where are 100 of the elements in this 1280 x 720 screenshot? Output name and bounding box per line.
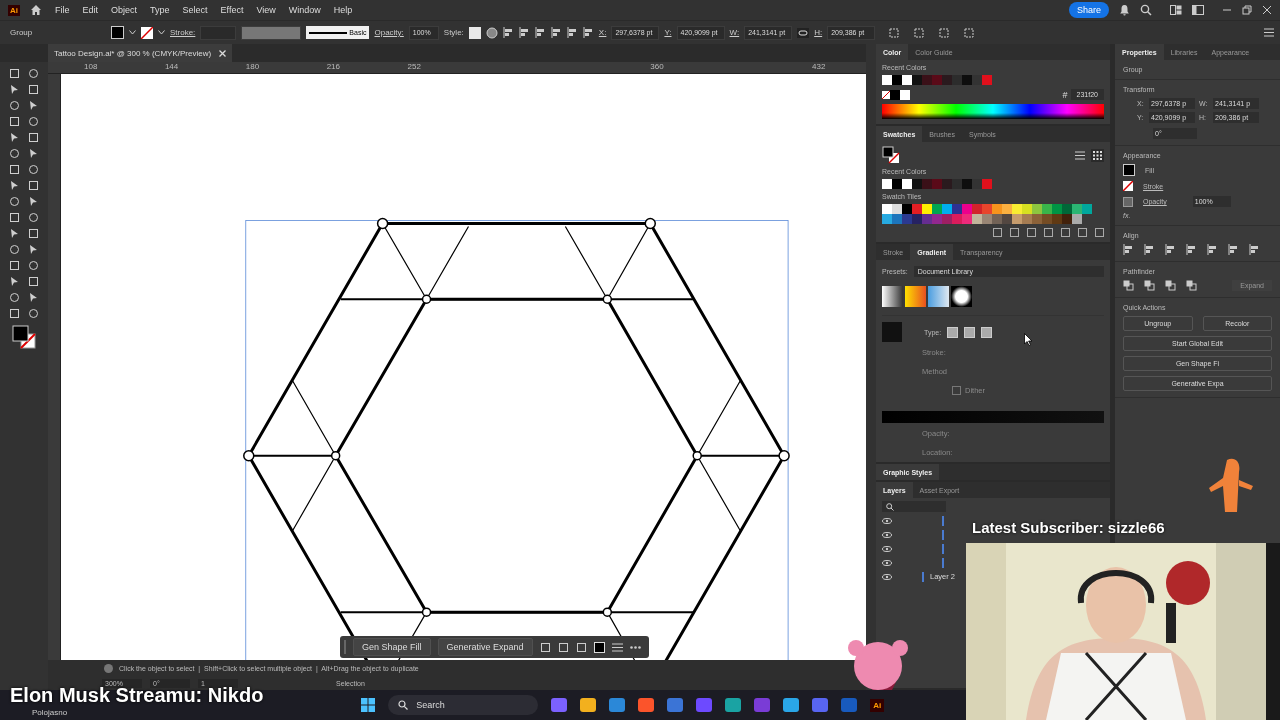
fill-swatch[interactable] [593, 641, 605, 653]
tool-icon[interactable] [28, 244, 39, 255]
generative-button[interactable]: Generative Expand [437, 638, 533, 656]
tool-icon[interactable] [9, 228, 20, 239]
align-icon[interactable] [1123, 244, 1134, 255]
color-swatch[interactable] [992, 214, 1002, 224]
tool-icon[interactable] [28, 84, 39, 95]
search-field[interactable]: Search [388, 695, 539, 715]
color-swatch[interactable] [912, 214, 922, 224]
color-swatch[interactable] [932, 179, 942, 189]
restore-icon[interactable] [1242, 5, 1252, 15]
color-swatch[interactable] [1052, 204, 1062, 214]
tool-icon[interactable] [557, 641, 569, 653]
tool-icon[interactable] [9, 244, 20, 255]
color-swatch[interactable] [922, 75, 932, 85]
tool-icon[interactable] [28, 164, 39, 175]
tool-icon[interactable] [9, 84, 20, 95]
color-swatch[interactable] [922, 179, 932, 189]
align-icon[interactable] [1207, 244, 1218, 255]
generative-button[interactable]: Gen Shape Fill [353, 638, 431, 656]
menu-item[interactable]: Select [182, 5, 208, 15]
no-stroke-swatch-icon[interactable] [1123, 181, 1133, 191]
menu-item[interactable]: Edit [82, 5, 99, 15]
fill-stroke-icon[interactable] [12, 325, 36, 349]
search-field[interactable] [882, 501, 946, 512]
list-view-icon[interactable] [1075, 150, 1085, 160]
color-swatch[interactable] [1042, 204, 1052, 214]
align-icon[interactable] [1228, 244, 1239, 255]
home-icon[interactable] [30, 4, 42, 16]
tool-icon[interactable] [9, 132, 20, 143]
color-swatch[interactable] [1072, 214, 1082, 224]
color-swatch[interactable] [1062, 214, 1072, 224]
app-icon[interactable] [551, 698, 568, 712]
color-swatch[interactable] [882, 204, 892, 214]
align-icon[interactable] [1249, 244, 1260, 255]
link-icon[interactable] [797, 27, 810, 38]
color-swatch[interactable] [902, 214, 912, 224]
color-swatch[interactable] [1032, 214, 1042, 224]
tool-icon[interactable] [28, 100, 39, 111]
eye-icon[interactable] [882, 559, 892, 566]
color-swatch[interactable] [932, 214, 942, 224]
color-spectrum[interactable] [882, 104, 1104, 119]
menu-item[interactable]: Help [333, 5, 353, 15]
tool-icon[interactable] [28, 132, 39, 143]
gradient-preset[interactable] [882, 286, 903, 307]
align-icon[interactable] [550, 27, 562, 38]
color-swatch[interactable] [882, 75, 892, 85]
pathfinder-icon[interactable] [1123, 280, 1134, 291]
color-swatch[interactable] [952, 214, 962, 224]
color-swatch[interactable] [882, 214, 892, 224]
menu-item[interactable]: Type [150, 5, 170, 15]
eye-icon[interactable] [882, 545, 892, 552]
tool-icon[interactable] [9, 212, 20, 223]
tool-icon[interactable] [28, 308, 39, 319]
color-swatch[interactable] [952, 179, 962, 189]
app-icon[interactable] [725, 698, 742, 712]
caret-icon[interactable] [158, 30, 165, 35]
no-stroke-swatch-icon[interactable] [141, 26, 153, 39]
app-icon[interactable] [783, 698, 800, 712]
pathfinder-icon[interactable] [1144, 280, 1155, 291]
color-swatch[interactable] [962, 204, 972, 214]
menu-item[interactable]: View [256, 5, 276, 15]
opacity-label[interactable]: Opacity: [374, 28, 404, 37]
tool-icon[interactable] [9, 292, 20, 303]
share-button[interactable]: Share [1068, 2, 1109, 18]
color-swatch[interactable] [962, 75, 972, 85]
stroke-label[interactable]: Stroke: [170, 28, 196, 37]
tool-icon[interactable] [9, 260, 20, 271]
tool-icon[interactable] [575, 641, 587, 653]
color-swatch[interactable] [1022, 214, 1032, 224]
transform-icon[interactable] [913, 26, 926, 39]
color-swatch[interactable] [972, 204, 982, 214]
gradient-type-icon[interactable] [947, 326, 959, 338]
search-icon[interactable] [1140, 4, 1152, 16]
color-swatch[interactable] [942, 204, 952, 214]
tool-icon[interactable] [9, 308, 20, 319]
color-swatch[interactable] [962, 214, 972, 224]
transform-icon[interactable] [888, 26, 901, 39]
tool-icon[interactable] [9, 68, 20, 79]
color-swatch[interactable] [972, 75, 982, 85]
menu-item[interactable]: Effect [220, 5, 244, 15]
color-swatch[interactable] [1042, 214, 1052, 224]
tool-icon[interactable] [28, 212, 39, 223]
color-swatch[interactable] [942, 75, 952, 85]
caret-icon[interactable] [129, 30, 136, 35]
color-swatch[interactable] [952, 204, 962, 214]
grid-view-icon[interactable] [1091, 148, 1104, 162]
tool-icon[interactable] [9, 164, 20, 175]
tool-icon[interactable] [28, 260, 39, 271]
menu-icon[interactable] [611, 642, 623, 652]
color-swatch[interactable] [962, 179, 972, 189]
tool-icon[interactable] [9, 100, 20, 111]
tool-icon[interactable] [28, 292, 39, 303]
color-swatch[interactable] [902, 75, 912, 85]
dither-checkbox[interactable] [952, 386, 961, 395]
fill-swatch[interactable] [111, 26, 124, 39]
align-icon[interactable] [518, 27, 530, 38]
menu-item[interactable]: Window [288, 5, 321, 15]
color-swatch[interactable] [892, 214, 902, 224]
app-icon[interactable] [667, 698, 684, 712]
